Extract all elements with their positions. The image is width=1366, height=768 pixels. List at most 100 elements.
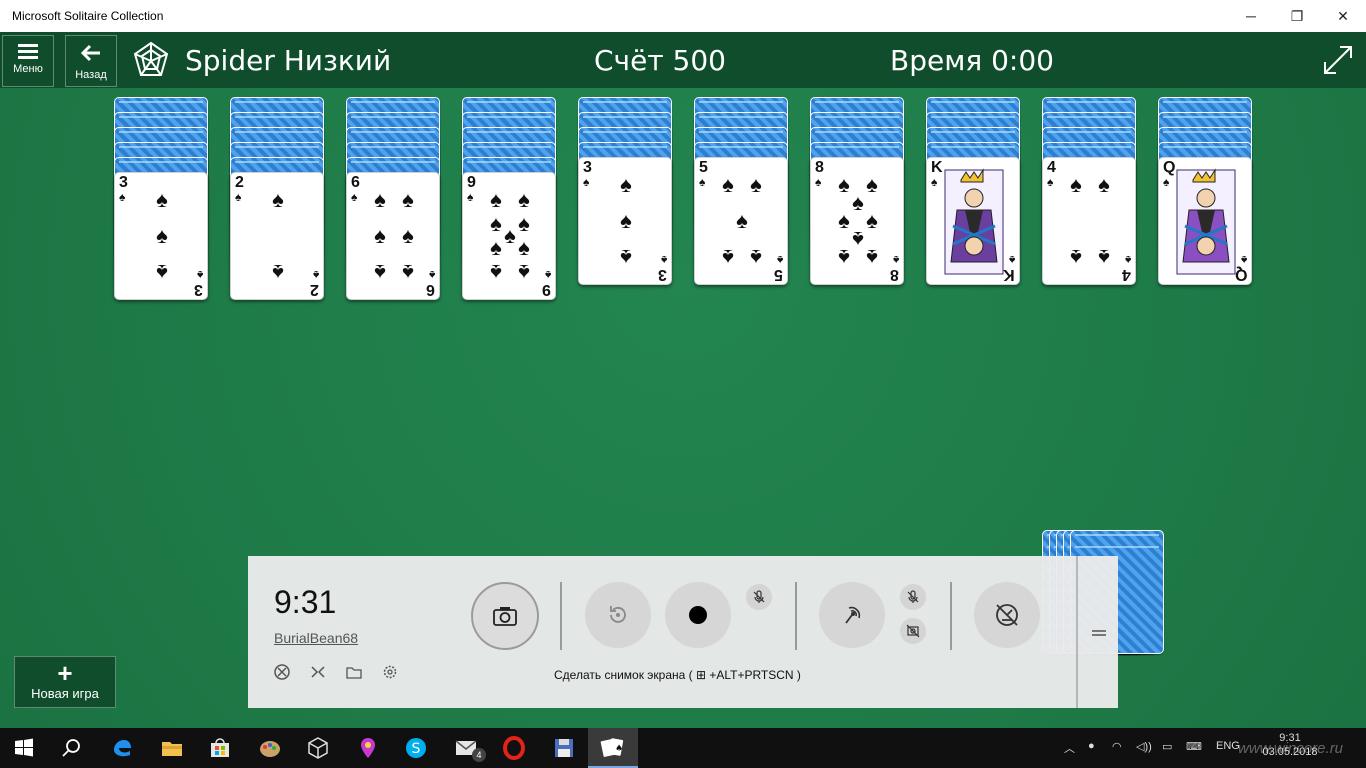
arrow-left-icon (80, 44, 100, 62)
spade-pip-icon: ♠ (402, 187, 414, 212)
3d-builder-icon[interactable] (306, 736, 330, 760)
volume-icon[interactable]: ◁)) (1136, 740, 1152, 753)
card-rank: 5 (699, 159, 708, 176)
spade-pip-icon: ♠ (374, 187, 386, 212)
spade-pip-icon: ♠ (620, 208, 632, 233)
back-button[interactable]: Назад (65, 35, 117, 87)
spade-icon: ♠ (1008, 253, 1015, 267)
playing-card[interactable]: 3 ♠ 3 ♠ ♠ ♠ ♠ (114, 172, 208, 300)
spade-icon: ♠ (428, 268, 435, 282)
mail-badge: 4 (472, 748, 486, 762)
separator (560, 582, 562, 650)
solitaire-taskbar-item[interactable]: ♠ (588, 728, 638, 768)
solitaire-cards-icon: ♠ (600, 738, 624, 757)
save-disk-icon[interactable] (552, 736, 576, 760)
windows-start-icon[interactable] (12, 736, 36, 760)
restore-button[interactable]: ❐ (1274, 0, 1320, 32)
card-rank: 2 (235, 174, 244, 191)
spade-pip-icon: ♠ (156, 223, 168, 248)
card-rank: 8 (890, 266, 899, 283)
record-that-button[interactable] (585, 582, 651, 648)
start-recording-button[interactable] (665, 582, 731, 648)
hamburger-icon (18, 44, 38, 60)
spade-icon: ♠ (196, 268, 203, 282)
spade-pip-icon: ♠ (490, 235, 502, 260)
webcam-off-icon (906, 624, 920, 638)
taskbar: S 4 ♠ ︿ ● ◠ ◁)) ▭ ⌨ ENG 9:31 03.05.2018 (0, 728, 1366, 768)
spade-icon: ♠ (544, 268, 551, 282)
close-button[interactable]: ✕ (1320, 0, 1366, 32)
playing-card[interactable]: 2 ♠ 2 ♠ ♠ ♠ (230, 172, 324, 300)
window-title-bar: Microsoft Solitaire Collection ─ ❐ ✕ (0, 0, 1366, 32)
search-icon[interactable] (60, 736, 84, 760)
spider-web-icon (133, 41, 169, 76)
spade-pip-icon: ♠ (490, 187, 502, 212)
spade-icon: ♠ (1163, 175, 1170, 189)
card-rank: 5 (774, 266, 783, 283)
xbox-icon[interactable] (274, 664, 290, 680)
fullscreen-icon[interactable] (1320, 42, 1356, 78)
svg-text:S: S (412, 741, 421, 757)
card-rank: 9 (467, 174, 476, 191)
spade-pip-icon: ♠ (518, 235, 530, 260)
spade-icon: ♠ (119, 190, 126, 204)
playing-card[interactable]: 8 ♠ 8 ♠ ♠ ♠ ♠ ♠ ♠ ♠ ♠ ♠ (810, 157, 904, 285)
spade-pip-icon: ♠ (1098, 245, 1110, 270)
playing-card[interactable]: 9 ♠ 9 ♠ ♠ ♠ ♠ ♠ ♠ ♠ ♠ ♠ ♠ (462, 172, 556, 300)
card-rank: 6 (426, 281, 435, 298)
playing-card[interactable]: K ♠ K ♠ (926, 157, 1020, 285)
game-mode-button[interactable] (974, 582, 1040, 648)
keyboard-icon[interactable]: ⌨ (1186, 740, 1202, 753)
spade-icon: ♠ (467, 190, 474, 204)
new-game-button[interactable]: + Новая игра (14, 656, 116, 708)
camera-off-button[interactable] (900, 618, 926, 644)
spade-icon: ♠ (815, 175, 822, 189)
language-indicator[interactable]: ENG (1216, 740, 1240, 752)
edge-browser-icon[interactable] (110, 736, 134, 760)
wifi-icon[interactable]: ◠ (1112, 740, 1122, 753)
minimize-button[interactable]: ─ (1228, 0, 1274, 32)
screenshot-button[interactable] (471, 582, 539, 650)
broadcast-mic-off-button[interactable] (900, 584, 926, 610)
opera-icon[interactable] (502, 736, 526, 760)
spade-pip-icon: ♠ (272, 187, 284, 212)
folder-icon[interactable] (346, 664, 362, 680)
skype-icon[interactable]: S (404, 736, 428, 760)
new-game-label: Новая игра (31, 686, 99, 701)
gamertag-link[interactable]: BurialBean68 (274, 630, 358, 646)
separator (795, 582, 797, 650)
spade-pip-icon: ♠ (490, 260, 502, 285)
record-dot-icon (689, 606, 707, 624)
store-icon[interactable] (208, 736, 232, 760)
watermark: www.wincore.ru (1238, 740, 1344, 757)
maps-icon[interactable] (356, 736, 380, 760)
battery-icon[interactable]: ▭ (1162, 740, 1172, 753)
paint-icon[interactable] (258, 736, 282, 760)
playing-card[interactable]: 3 ♠ 3 ♠ ♠ ♠ ♠ (578, 157, 672, 285)
card-rank: 3 (119, 174, 128, 191)
spade-pip-icon: ♠ (156, 187, 168, 212)
game-bar-drag-handle[interactable] (1076, 556, 1118, 708)
queen-figure-icon (1176, 168, 1236, 275)
game-bar-clock: 9:31 (274, 584, 337, 620)
playing-card[interactable]: Q ♠ Q ♠ (1158, 157, 1252, 285)
microphone-off-button[interactable] (746, 584, 772, 610)
spade-pip-icon: ♠ (518, 187, 530, 212)
menu-button[interactable]: Меню (2, 35, 54, 87)
stream-icon[interactable] (310, 664, 326, 680)
playing-card[interactable]: 4 ♠ 4 ♠ ♠ ♠ ♠ ♠ (1042, 157, 1136, 285)
spade-icon: ♠ (699, 175, 706, 189)
spade-icon: ♠ (931, 175, 938, 189)
playing-card[interactable]: 6 ♠ 6 ♠ ♠ ♠ ♠ ♠ ♠ ♠ (346, 172, 440, 300)
tray-app-icon[interactable]: ● (1088, 740, 1095, 752)
spade-pip-icon: ♠ (156, 260, 168, 285)
file-explorer-icon[interactable] (160, 736, 184, 760)
broadcast-button[interactable] (819, 582, 885, 648)
card-rank: 9 (542, 281, 551, 298)
spade-icon: ♠ (660, 253, 667, 267)
microphone-off-icon (753, 590, 765, 603)
settings-gear-icon[interactable] (382, 664, 398, 680)
playing-card[interactable]: 5 ♠ 5 ♠ ♠ ♠ ♠ ♠ ♠ (694, 157, 788, 285)
show-hidden-icons[interactable]: ︿ (1064, 740, 1075, 756)
camera-icon (493, 607, 517, 626)
